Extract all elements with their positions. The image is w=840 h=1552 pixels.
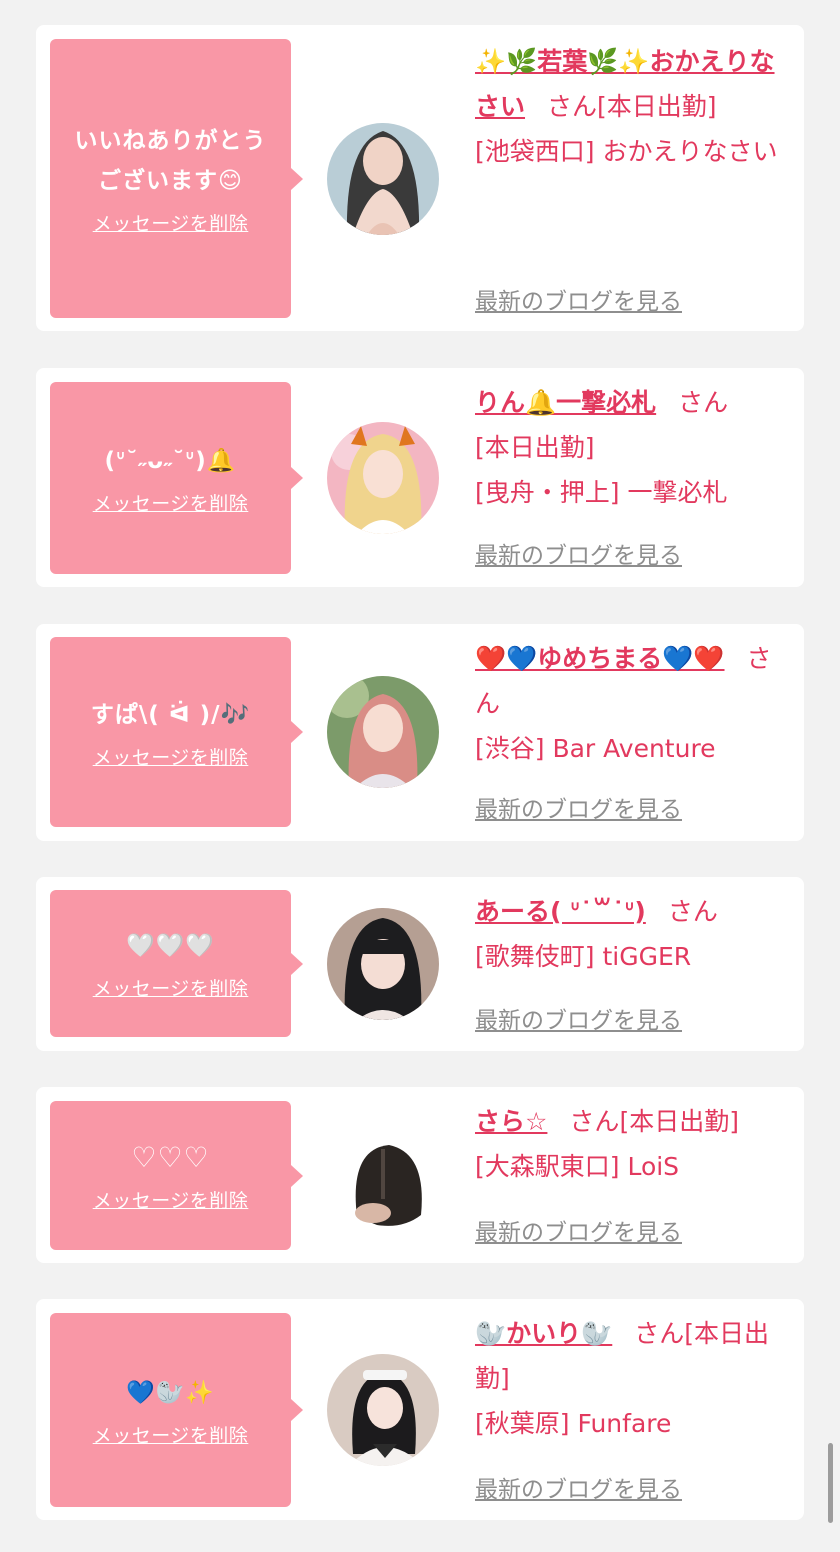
message-bubble: (ᐡ˘˶ᴗ˶˘ᐡ)🔔 メッセージを削除 bbox=[50, 382, 303, 574]
message-card: 🤍🤍🤍 メッセージを削除 あーる( ᐡ˙꒳˙ᐡ) さん [歌舞伎町] tiGGER… bbox=[36, 877, 804, 1051]
message-text: ♡♡♡ bbox=[131, 1141, 210, 1174]
message-card: (ᐡ˘˶ᴗ˶˘ᐡ)🔔 メッセージを削除 りん🔔一撃必札 さん [本日出勤] [曳舟… bbox=[36, 368, 804, 587]
profile-info: りん🔔一撃必札 さん [本日出勤] [曳舟・押上] 一撃必札 bbox=[475, 380, 791, 515]
profile-info: 🦭かいり🦭 さん[本日出勤] [秋葉原] Funfare bbox=[475, 1311, 793, 1446]
avatar[interactable] bbox=[327, 1354, 439, 1466]
avatar[interactable] bbox=[327, 422, 439, 534]
shop-label: [秋葉原] Funfare bbox=[475, 1409, 672, 1438]
message-card: ♡♡♡ メッセージを削除 さら☆ さん[本日出勤] [大森駅東口] LoiS 最新… bbox=[36, 1087, 804, 1263]
honorific-label: さん bbox=[547, 92, 598, 121]
profile-name-link[interactable]: りん🔔一撃必札 bbox=[475, 388, 656, 417]
profile-name-link[interactable]: 🦭かいり🦭 bbox=[475, 1319, 612, 1348]
scrollbar[interactable] bbox=[828, 1443, 833, 1523]
delete-message-link[interactable]: メッセージを削除 bbox=[93, 974, 249, 1001]
message-bubble: 💙🦭✨ メッセージを削除 bbox=[50, 1313, 303, 1507]
latest-blog-link[interactable]: 最新のブログを見る bbox=[475, 1213, 682, 1247]
profile-info: ✨🌿若葉🌿✨おかえりなさい さん[本日出勤] [池袋西口] おかえりなさい bbox=[475, 39, 791, 174]
shop-label: [池袋西口] おかえりなさい bbox=[475, 137, 778, 166]
profile-name-link[interactable]: あーる( ᐡ˙꒳˙ᐡ) bbox=[475, 897, 646, 926]
message-bubble: いいねありがとう ございます😊 メッセージを削除 bbox=[50, 39, 303, 318]
delete-message-link[interactable]: メッセージを削除 bbox=[93, 209, 249, 236]
avatar[interactable] bbox=[327, 908, 439, 1020]
message-text: 🤍🤍🤍 bbox=[126, 933, 215, 959]
latest-blog-link[interactable]: 最新のブログを見る bbox=[475, 282, 682, 316]
message-card: すぱ\( ᐛ )/🎶 メッセージを削除 ❤️💙ゆめちまる💙❤️ さん [渋谷] B… bbox=[36, 624, 804, 841]
profile-info: あーる( ᐡ˙꒳˙ᐡ) さん [歌舞伎町] tiGGER bbox=[475, 889, 791, 979]
avatar[interactable] bbox=[327, 123, 439, 235]
latest-blog-link[interactable]: 最新のブログを見る bbox=[475, 790, 682, 824]
message-text: (ᐡ˘˶ᴗ˶˘ᐡ)🔔 bbox=[104, 447, 237, 474]
profile-name-link[interactable]: さら☆ bbox=[475, 1107, 547, 1136]
delete-message-link[interactable]: メッセージを削除 bbox=[93, 1421, 249, 1448]
message-text: 💙🦭✨ bbox=[126, 1379, 215, 1406]
message-bubble: すぱ\( ᐛ )/🎶 メッセージを削除 bbox=[50, 637, 303, 827]
latest-blog-link[interactable]: 最新のブログを見る bbox=[475, 1001, 682, 1035]
delete-message-link[interactable]: メッセージを削除 bbox=[93, 1186, 249, 1213]
attendance-status: [本日出勤] bbox=[597, 92, 717, 121]
message-card: 💙🦭✨ メッセージを削除 🦭かいり🦭 さん[本日出勤] [秋葉原] Funfare… bbox=[36, 1299, 804, 1520]
shop-label: [歌舞伎町] tiGGER bbox=[475, 942, 692, 971]
shop-label: [渋谷] Bar Aventure bbox=[475, 734, 716, 763]
latest-blog-link[interactable]: 最新のブログを見る bbox=[475, 1470, 682, 1504]
message-text: いいねありがとう ございます😊 bbox=[74, 128, 267, 194]
latest-blog-link[interactable]: 最新のブログを見る bbox=[475, 536, 682, 570]
profile-info: さら☆ さん[本日出勤] [大森駅東口] LoiS bbox=[475, 1099, 793, 1189]
honorific-label: さん bbox=[678, 388, 729, 417]
profile-name-link[interactable]: ❤️💙ゆめちまる💙❤️ bbox=[475, 644, 725, 673]
avatar[interactable] bbox=[327, 1119, 439, 1231]
attendance-status: [本日出勤] bbox=[475, 433, 595, 462]
shop-label: [大森駅東口] LoiS bbox=[475, 1152, 680, 1181]
message-card: いいねありがとう ございます😊 メッセージを削除 ✨🌿若葉🌿✨おかえりなさい さん… bbox=[36, 25, 804, 331]
delete-message-link[interactable]: メッセージを削除 bbox=[93, 489, 249, 516]
delete-message-link[interactable]: メッセージを削除 bbox=[93, 743, 249, 770]
honorific-label: さん bbox=[569, 1107, 620, 1136]
attendance-status: [本日出勤] bbox=[619, 1107, 739, 1136]
avatar[interactable] bbox=[327, 676, 439, 788]
message-bubble: ♡♡♡ メッセージを削除 bbox=[50, 1101, 303, 1250]
profile-info: ❤️💙ゆめちまる💙❤️ さん [渋谷] Bar Aventure bbox=[475, 636, 775, 771]
message-text: すぱ\( ᐛ )/🎶 bbox=[90, 701, 251, 728]
honorific-label: さん bbox=[667, 897, 718, 926]
honorific-label: さん bbox=[634, 1319, 685, 1348]
message-bubble: 🤍🤍🤍 メッセージを削除 bbox=[50, 890, 303, 1037]
shop-label: [曳舟・押上] 一撃必札 bbox=[475, 478, 728, 507]
